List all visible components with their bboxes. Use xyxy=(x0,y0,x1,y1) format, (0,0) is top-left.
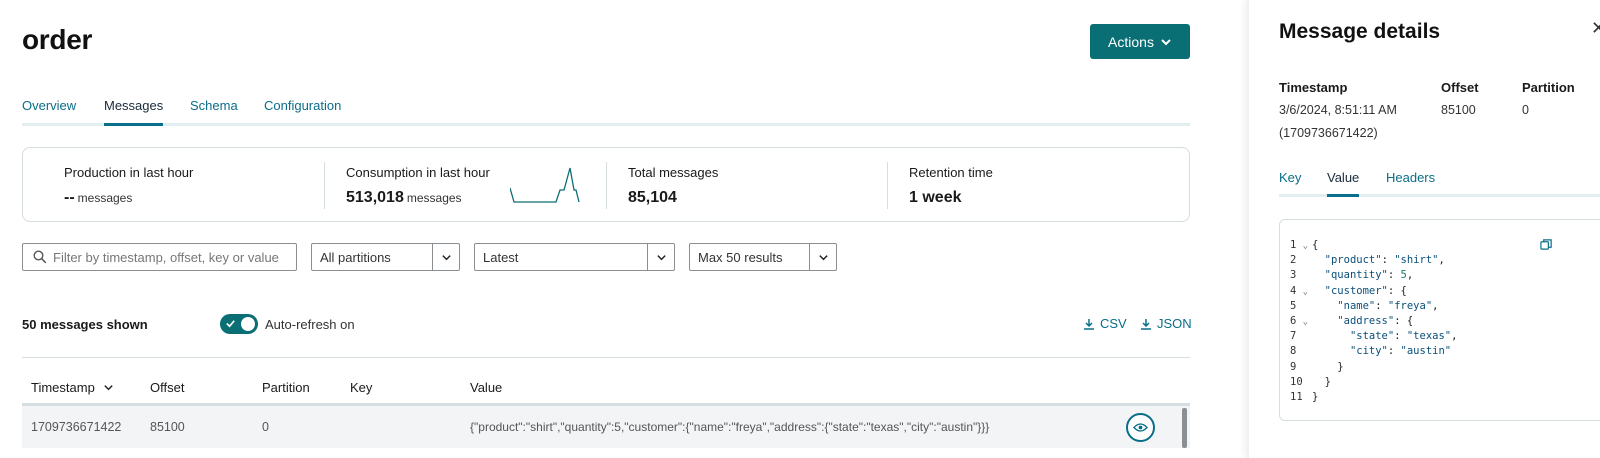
code-line: 5 "name": "freya", xyxy=(1290,299,1439,312)
auto-refresh-toggle[interactable] xyxy=(220,314,258,334)
download-csv-link[interactable]: CSV xyxy=(1083,316,1127,331)
detail-tabs: Key Value Headers xyxy=(1279,170,1600,197)
column-header-partition: Partition xyxy=(262,380,310,395)
column-header-value: Value xyxy=(470,380,503,395)
tab-configuration[interactable]: Configuration xyxy=(264,98,341,126)
partition-select-value: All partitions xyxy=(320,250,391,265)
timestamp-raw: (1709736671422) xyxy=(1279,126,1378,140)
sort-chevron-icon xyxy=(104,385,113,391)
json-label: JSON xyxy=(1157,316,1192,331)
code-line: 11 } xyxy=(1290,391,1319,403)
view-message-button[interactable] xyxy=(1126,413,1155,442)
table-row[interactable]: 1709736671422 85100 0 {"product":"shirt"… xyxy=(22,406,1190,448)
stat-label: Production in last hour xyxy=(64,165,194,180)
stat-value: -- messages xyxy=(64,189,133,206)
download-icon xyxy=(1141,318,1151,330)
divider xyxy=(887,162,888,209)
stats-card: Production in last hour -- messages Consu… xyxy=(22,147,1190,222)
topic-main: order Actions Overview Messages Schema C… xyxy=(0,0,1245,458)
position-select-value: Latest xyxy=(483,250,519,265)
code-line: 3 "quantity": 5, xyxy=(1290,269,1414,282)
code-line: 6 ⌄ "address": { xyxy=(1290,315,1414,327)
tab-key[interactable]: Key xyxy=(1279,170,1301,197)
stat-value: 1 week xyxy=(909,189,962,206)
chevron-down-icon xyxy=(647,244,674,270)
fold-chevron-icon: ⌄ xyxy=(1302,241,1309,251)
filter-search-input[interactable]: Filter by timestamp, offset, key or valu… xyxy=(22,243,297,271)
copy-icon[interactable] xyxy=(1540,238,1553,251)
fold-chevron-icon: ⌄ xyxy=(1302,286,1309,297)
page-title: order xyxy=(22,24,93,55)
column-header-offset: Offset xyxy=(150,380,185,395)
close-icon[interactable]: ✕ xyxy=(1591,18,1600,39)
stat-label: Total messages xyxy=(628,165,719,180)
code-line: 2 "product": "shirt", xyxy=(1290,254,1445,267)
position-select[interactable]: Latest xyxy=(474,243,675,271)
actions-label: Actions xyxy=(1108,33,1154,50)
code-line: 7 "state": "texas", xyxy=(1290,330,1458,343)
topic-tabs: Overview Messages Schema Configuration xyxy=(22,98,1190,126)
search-placeholder: Filter by timestamp, offset, key or valu… xyxy=(53,249,279,265)
partition-select[interactable]: All partitions xyxy=(311,243,460,271)
actions-button[interactable]: Actions xyxy=(1090,24,1190,59)
stat-label: Retention time xyxy=(909,165,993,180)
auto-refresh-label: Auto-refresh on xyxy=(265,317,355,332)
code-line: 1 ⌄{ xyxy=(1290,239,1319,251)
panel-title: Message details xyxy=(1279,20,1441,43)
partition-value: 0 xyxy=(1522,103,1529,117)
offset-label: Offset xyxy=(1441,80,1479,95)
chevron-down-icon xyxy=(809,244,836,270)
stat-value: 85,104 xyxy=(628,189,677,206)
download-icon xyxy=(1084,318,1094,330)
tab-headers[interactable]: Headers xyxy=(1386,170,1435,197)
code-line: 10 } xyxy=(1290,375,1331,388)
download-json-link[interactable]: JSON xyxy=(1140,316,1192,331)
cell-offset: 85100 xyxy=(150,420,185,434)
consumption-sparkline xyxy=(510,167,580,203)
tab-schema[interactable]: Schema xyxy=(190,98,238,126)
table-scrollbar[interactable] xyxy=(1182,408,1187,448)
divider xyxy=(606,162,607,209)
timestamp-label: Timestamp xyxy=(1279,80,1348,95)
tab-value[interactable]: Value xyxy=(1327,170,1360,197)
csv-label: CSV xyxy=(1100,316,1127,331)
divider xyxy=(22,357,1190,358)
tab-messages[interactable]: Messages xyxy=(104,98,164,126)
limit-select[interactable]: Max 50 results xyxy=(689,243,837,271)
search-icon xyxy=(33,250,47,264)
cell-value: {"product":"shirt","quantity":5,"custome… xyxy=(470,420,990,434)
timestamp-value: 3/6/2024, 8:51:11 AM xyxy=(1279,103,1397,117)
limit-select-value: Max 50 results xyxy=(698,250,783,265)
stat-label: Consumption in last hour xyxy=(346,165,490,180)
message-details-panel: Message details ✕ Timestamp 3/6/2024, 8:… xyxy=(1247,0,1600,458)
chevron-down-icon xyxy=(1161,38,1171,45)
code-line: 9 } xyxy=(1290,360,1344,373)
message-value-code: 1 ⌄{ 2 "product": "shirt", 3 "quantity": 5… xyxy=(1279,219,1600,421)
stat-value: 513,018 messages xyxy=(346,189,462,206)
cell-timestamp: 1709736671422 xyxy=(31,420,122,434)
cell-partition: 0 xyxy=(262,420,269,434)
code-line: 8 "city": "austin" xyxy=(1290,345,1452,358)
code-line: 4 ⌄ "customer": { xyxy=(1290,284,1407,297)
eye-icon xyxy=(1133,423,1148,432)
offset-value: 85100 xyxy=(1441,103,1476,117)
check-icon xyxy=(226,320,235,328)
chevron-down-icon xyxy=(432,244,459,270)
column-header-key: Key xyxy=(350,380,373,395)
tab-overview[interactable]: Overview xyxy=(22,98,76,126)
column-header-timestamp[interactable]: Timestamp xyxy=(31,380,114,395)
divider xyxy=(324,162,325,209)
fold-chevron-icon: ⌄ xyxy=(1302,317,1309,327)
toggle-knob xyxy=(241,317,255,331)
partition-label: Partition xyxy=(1522,80,1575,95)
messages-count: 50 messages shown xyxy=(22,317,148,332)
